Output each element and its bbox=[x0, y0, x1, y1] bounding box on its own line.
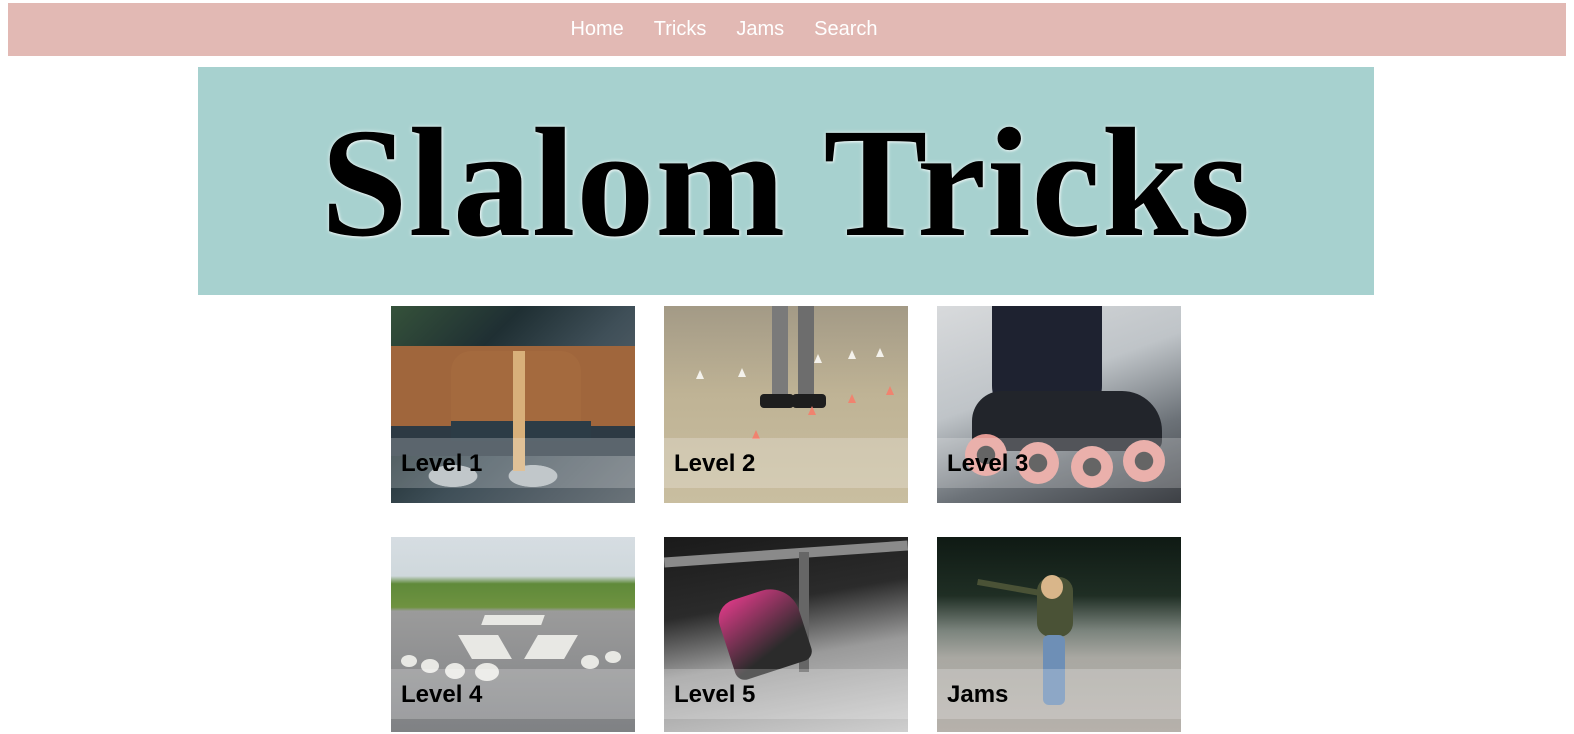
card-level-3[interactable]: Level 3 bbox=[937, 306, 1181, 503]
card-label: Level 5 bbox=[674, 681, 756, 708]
card-level-5[interactable]: Level 5 bbox=[664, 537, 908, 732]
nav-link-tricks[interactable]: Tricks bbox=[654, 18, 707, 41]
card-level-2[interactable]: Level 2 bbox=[664, 306, 908, 503]
nav-link-search[interactable]: Search bbox=[814, 18, 877, 41]
card-level-4[interactable]: Level 4 bbox=[391, 537, 635, 732]
card-label: Level 2 bbox=[674, 450, 756, 477]
card-label: Level 4 bbox=[401, 681, 483, 708]
nav-links: Home Tricks Jams Search bbox=[570, 18, 877, 41]
card-label: Jams bbox=[947, 681, 1009, 708]
nav-link-jams[interactable]: Jams bbox=[736, 18, 784, 41]
card-label: Level 3 bbox=[947, 450, 1029, 477]
card-label: Level 1 bbox=[401, 450, 483, 477]
page-title: Slalom Tricks bbox=[320, 96, 1252, 269]
top-navbar: Home Tricks Jams Search bbox=[8, 3, 1566, 56]
nav-link-home[interactable]: Home bbox=[570, 18, 623, 41]
hero-banner: Slalom Tricks bbox=[198, 67, 1374, 295]
card-level-1[interactable]: Level 1 bbox=[391, 306, 635, 503]
card-jams[interactable]: Jams bbox=[937, 537, 1181, 732]
